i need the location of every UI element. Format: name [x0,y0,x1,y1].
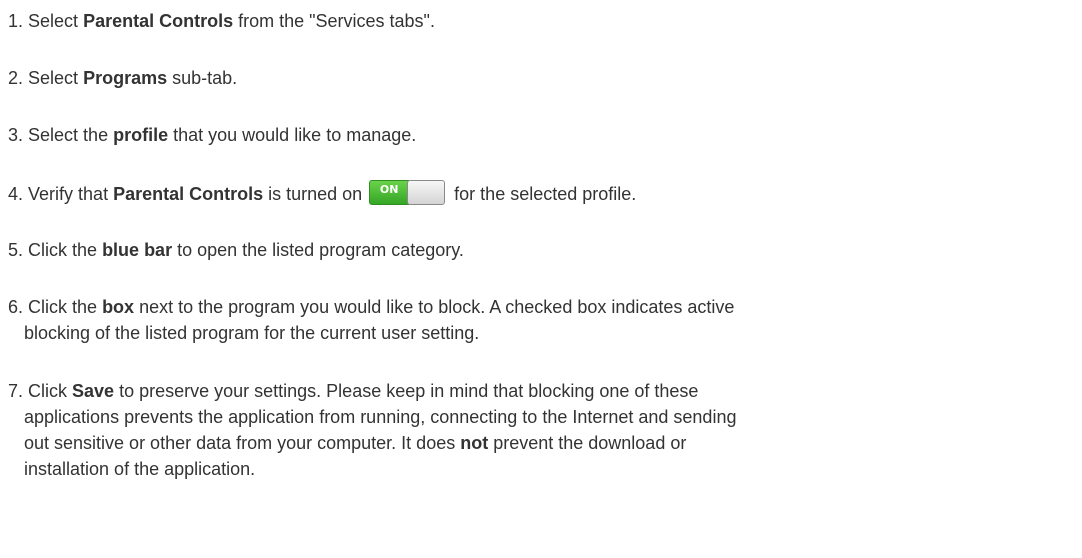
step-text: Click [28,381,73,401]
step-7: 7. Click Save to preserve your settings.… [8,378,1082,482]
step-6: 6. Click the box next to the program you… [8,294,1082,346]
step-emphasis: profile [113,125,169,145]
step-5: 5. Click the blue bar to open the listed… [8,237,1082,263]
step-number: 4. [8,184,24,204]
step-number: 7. [8,381,24,401]
step-number: 1. [8,11,24,31]
step-emphasis: Save [72,381,115,401]
step-continuation: applications prevents the application fr… [24,407,737,427]
step-emphasis: box [102,297,135,317]
step-text: from the "Services tabs". [233,11,435,31]
step-text: to open the listed program category. [172,240,464,260]
step-text: Verify that [28,184,114,204]
step-text: out sensitive or other data from your co… [24,433,461,453]
step-emphasis: blue bar [102,240,173,260]
step-continuation: out sensitive or other data from your co… [8,430,1082,456]
step-4: 4. Verify that Parental Controls is turn… [8,180,1082,207]
step-number: 6. [8,297,24,317]
step-3: 3. Select the profile that you would lik… [8,122,1082,148]
step-text: to preserve your settings. Please keep i… [114,381,699,401]
step-text: Click the [28,240,103,260]
step-text: Click the [28,297,103,317]
on-toggle-icon: ON [369,180,446,205]
step-number: 5. [8,240,24,260]
toggle-on-label: ON [369,180,410,205]
step-text: Select [28,11,84,31]
step-text: Select [28,68,84,88]
step-number: 3. [8,125,24,145]
step-text: is turned on [263,184,368,204]
step-continuation: blocking of the listed program for the c… [24,323,480,343]
toggle-knob [407,180,446,205]
step-text: sub-tab. [167,68,238,88]
step-text: for the selected profile. [449,184,637,204]
step-emphasis: not [460,433,489,453]
step-emphasis: Parental Controls [83,11,234,31]
step-1: 1. Select Parental Controls from the "Se… [8,8,1082,34]
step-emphasis: Programs [83,68,168,88]
step-text: Select the [28,125,114,145]
step-text: that you would like to manage. [168,125,417,145]
step-number: 2. [8,68,24,88]
step-text: next to the program you would like to bl… [134,297,735,317]
step-emphasis: Parental Controls [113,184,264,204]
step-text: prevent the download or [488,433,687,453]
step-2: 2. Select Programs sub-tab. [8,65,1082,91]
step-continuation: installation of the application. [24,459,256,479]
